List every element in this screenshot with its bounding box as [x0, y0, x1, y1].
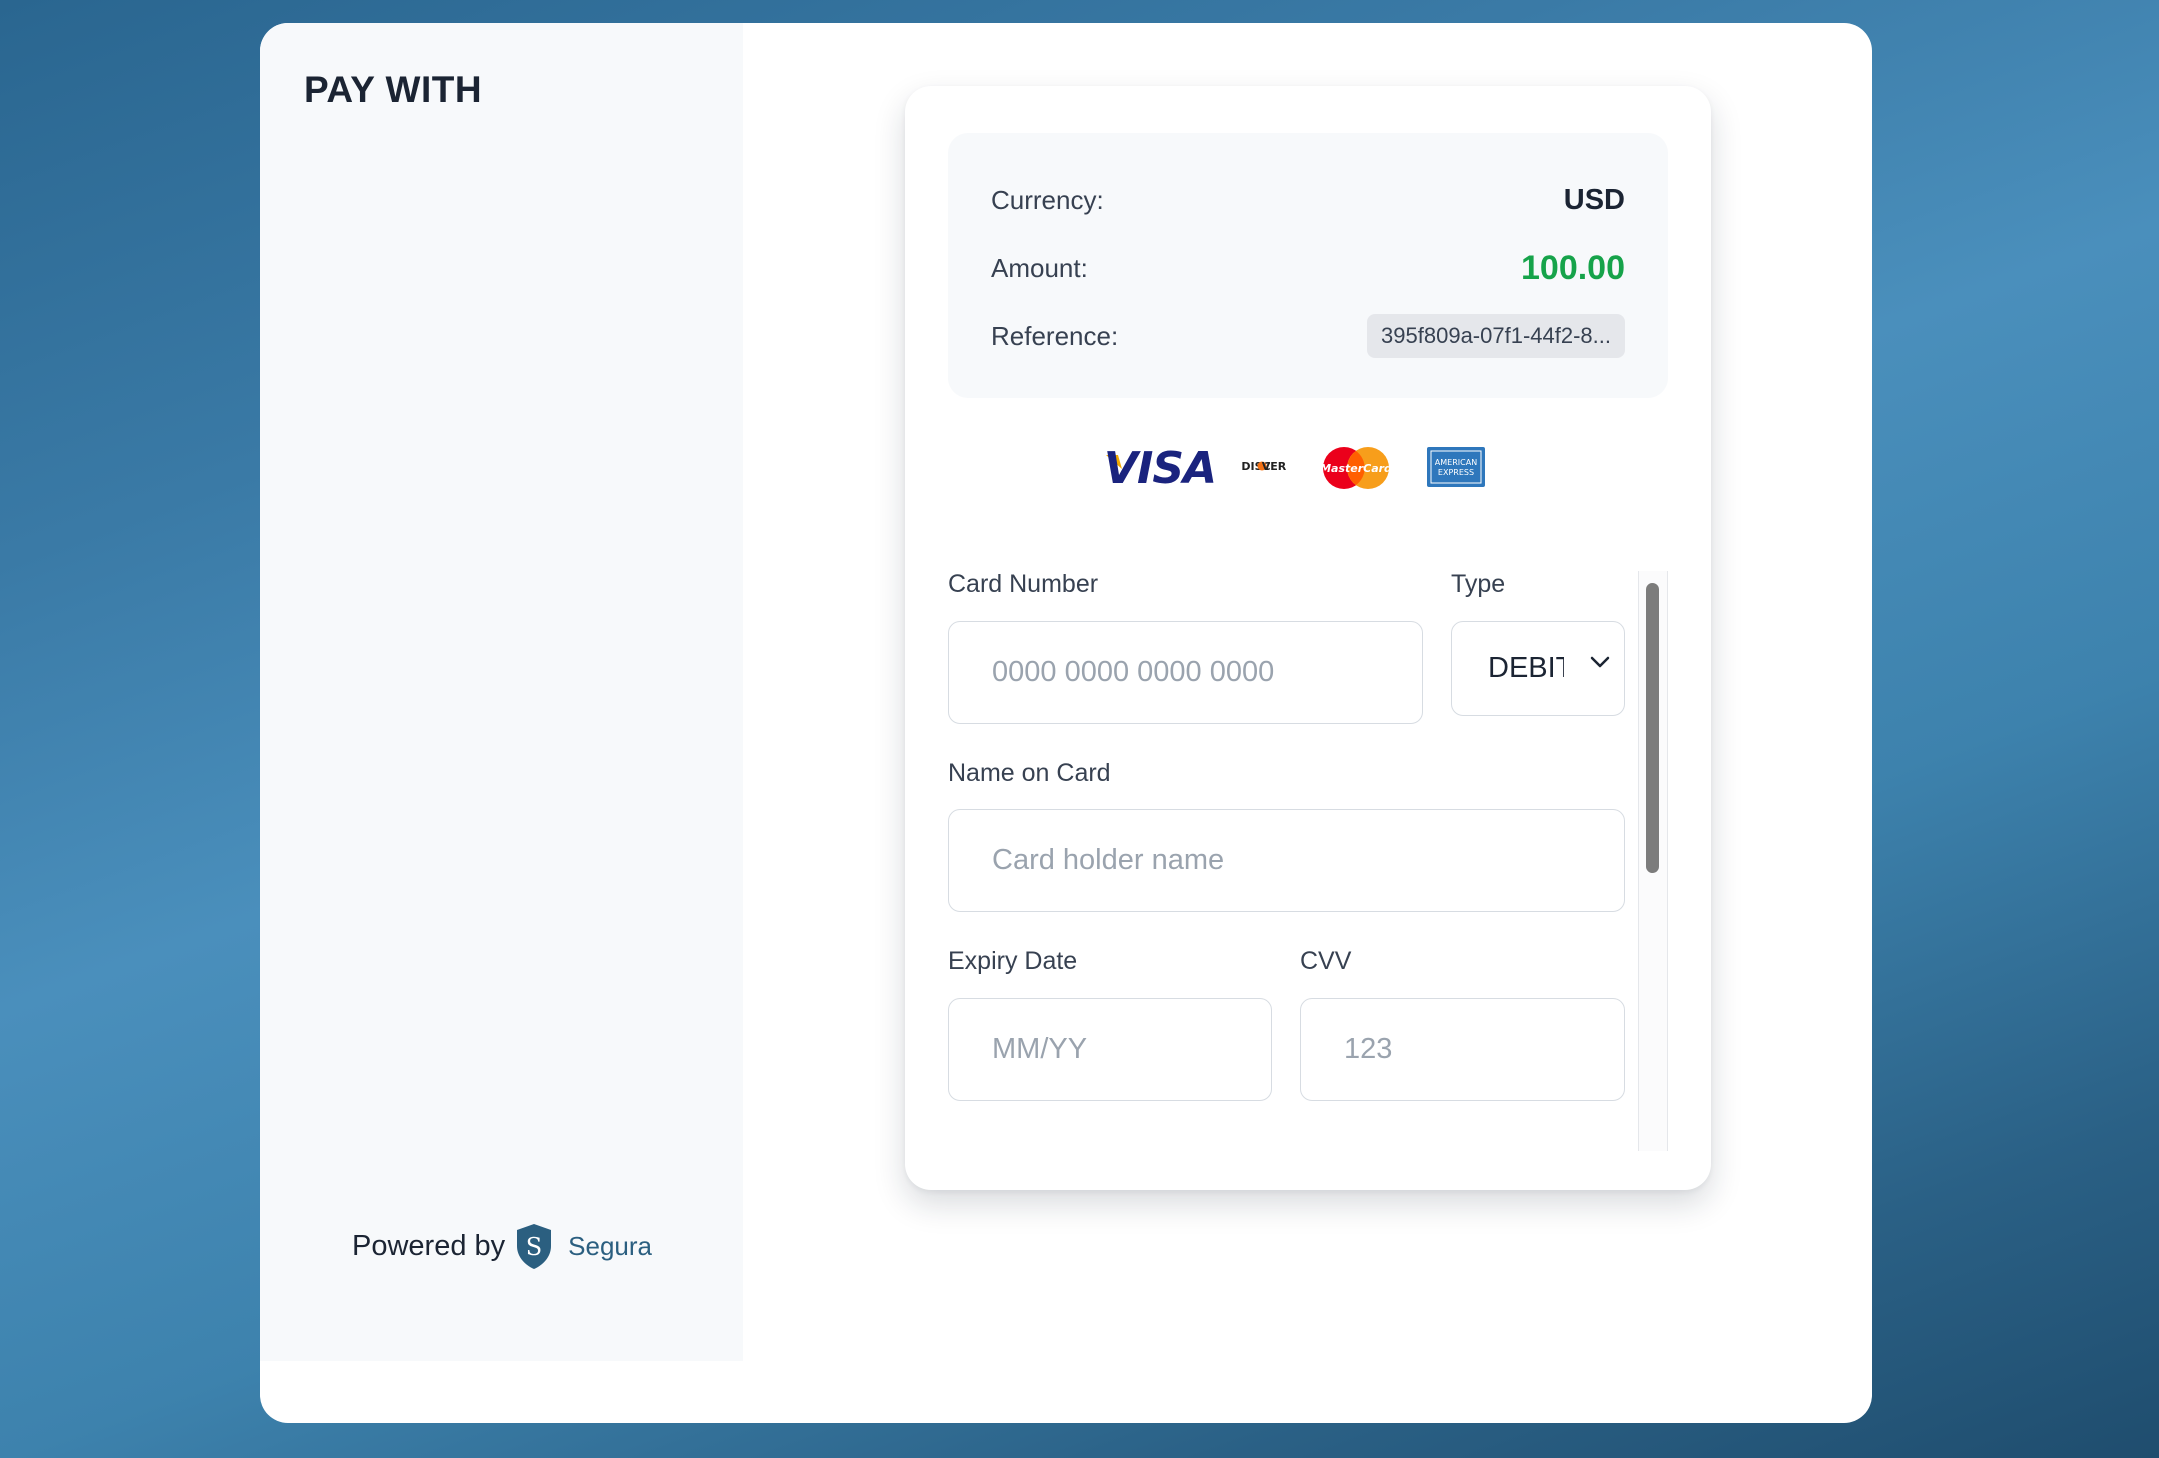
card-type-value: DEBIT [1488, 652, 1564, 684]
powered-by-label: Powered by [352, 1229, 506, 1262]
payment-card: Currency: USD Amount: 100.00 Reference: … [905, 86, 1711, 1190]
reference-label: Reference: [991, 320, 1119, 351]
shield-icon: S [517, 1224, 552, 1269]
card-logos: VISA DISC VER MasterCard AMERICAN EXPRES… [905, 431, 1711, 501]
payment-summary: Currency: USD Amount: 100.00 Reference: … [948, 133, 1668, 398]
cvv-label: CVV [1300, 947, 1352, 975]
amount-label: Amount: [991, 252, 1088, 283]
sidebar-title: PAY WITH [304, 69, 483, 110]
svg-text:VISA: VISA [1104, 443, 1216, 494]
svg-text:MasterCard: MasterCard [1321, 462, 1391, 475]
reference-row: Reference: 395f809a-07f1-44f2-8... [991, 314, 1625, 358]
amex-logo: AMERICAN EXPRESS [1427, 447, 1485, 487]
name-on-card-label: Name on Card [948, 759, 1111, 787]
mastercard-logo: MasterCard [1321, 447, 1391, 489]
amount-row: Amount: 100.00 [991, 246, 1625, 290]
discover-logo: DISC VER [1241, 460, 1286, 473]
svg-text:AMERICAN: AMERICAN [1435, 458, 1477, 467]
checkout-window: PAY WITH Powered by S Segura Currency: U… [260, 23, 1872, 1423]
currency-label: Currency: [991, 184, 1104, 215]
svg-text:VER: VER [1262, 460, 1286, 473]
card-number-label: Card Number [948, 570, 1099, 598]
name-on-card-input[interactable]: Card holder name [948, 809, 1625, 912]
currency-value: USD [1563, 183, 1625, 216]
form-scrollbar[interactable] [1638, 571, 1668, 1151]
svg-text:EXPRESS: EXPRESS [1438, 468, 1474, 477]
card-number-input[interactable]: 0000 0000 0000 0000 [948, 621, 1423, 724]
brand-name[interactable]: Segura [568, 1231, 652, 1262]
amount-value: 100.00 [1521, 248, 1625, 287]
type-label: Type [1451, 570, 1506, 598]
powered-by: Powered by S Segura [352, 1221, 652, 1271]
visa-logo: VISA [1104, 443, 1216, 494]
svg-text:S: S [526, 1233, 542, 1261]
currency-row: Currency: USD [991, 178, 1625, 222]
reference-badge: 395f809a-07f1-44f2-8... [1367, 314, 1625, 358]
scrollbar-thumb[interactable] [1646, 583, 1659, 873]
card-form: Card Number 0000 0000 0000 0000 Type DEB… [948, 551, 1668, 1131]
card-type-select[interactable]: DEBIT [1451, 621, 1625, 716]
cvv-input[interactable]: 123 [1300, 998, 1625, 1101]
expiry-date-input[interactable]: MM/YY [948, 998, 1272, 1101]
chevron-down-icon [1590, 656, 1610, 668]
sidebar: PAY WITH Powered by S Segura [260, 23, 743, 1361]
expiry-date-label: Expiry Date [948, 947, 1078, 975]
